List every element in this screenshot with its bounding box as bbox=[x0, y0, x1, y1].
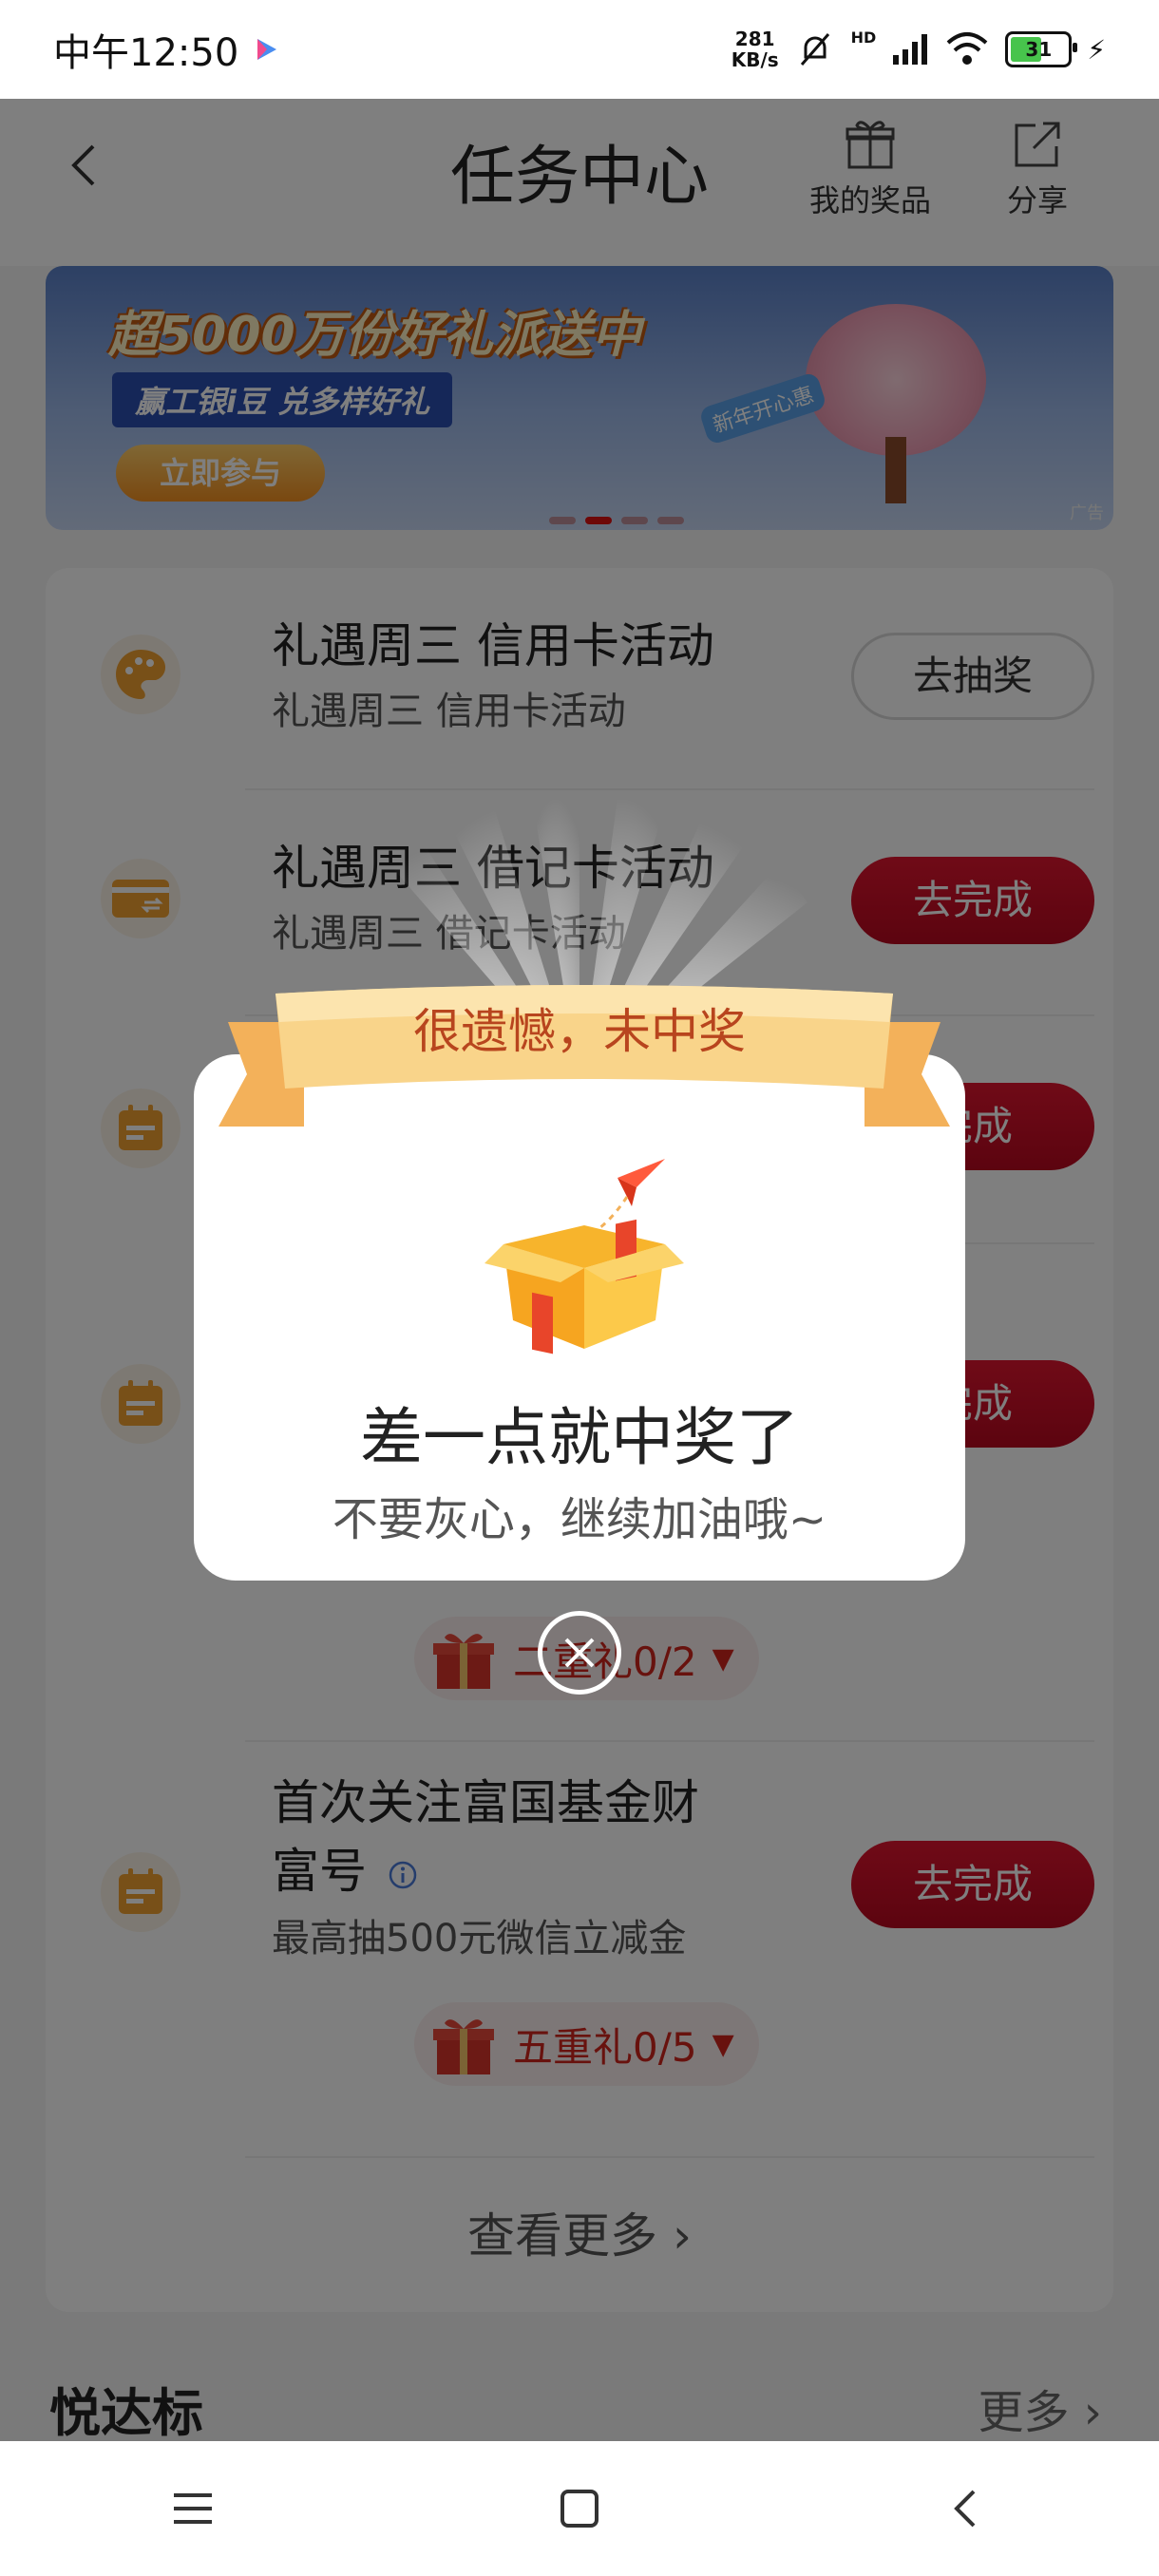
signal-icon bbox=[893, 34, 928, 65]
menu-icon bbox=[174, 2493, 213, 2524]
play-store-icon bbox=[257, 39, 277, 60]
close-icon bbox=[564, 1638, 595, 1668]
back-nav-button[interactable] bbox=[938, 2480, 995, 2537]
empty-gift-box-icon bbox=[484, 1159, 684, 1354]
ribbon-text: 很遗憾，未中奖 bbox=[413, 1004, 746, 1059]
system-nav-bar bbox=[0, 2441, 1159, 2576]
status-bar: 中午12:50 281 KB/s HD 31 ⚡ bbox=[0, 0, 1159, 99]
hd-label: HD bbox=[850, 28, 877, 47]
charging-icon: ⚡ bbox=[1087, 33, 1106, 66]
chevron-left-icon bbox=[953, 2490, 976, 2528]
dialog-subtitle: 不要灰心，继续加油哦~ bbox=[332, 1493, 827, 1546]
battery-indicator: 31 bbox=[1005, 31, 1078, 67]
net-speed: 281 KB/s bbox=[731, 28, 779, 71]
bell-muted-icon bbox=[800, 33, 829, 66]
home-nav-button[interactable] bbox=[551, 2480, 608, 2537]
square-home-icon bbox=[560, 2490, 598, 2528]
dialog-title: 差一点就中奖了 bbox=[360, 1401, 799, 1474]
close-dialog-button[interactable] bbox=[538, 1611, 621, 1695]
status-time: 中午12:50 bbox=[53, 31, 239, 75]
wifi-icon bbox=[946, 32, 988, 65]
menu-nav-button[interactable] bbox=[164, 2480, 221, 2537]
